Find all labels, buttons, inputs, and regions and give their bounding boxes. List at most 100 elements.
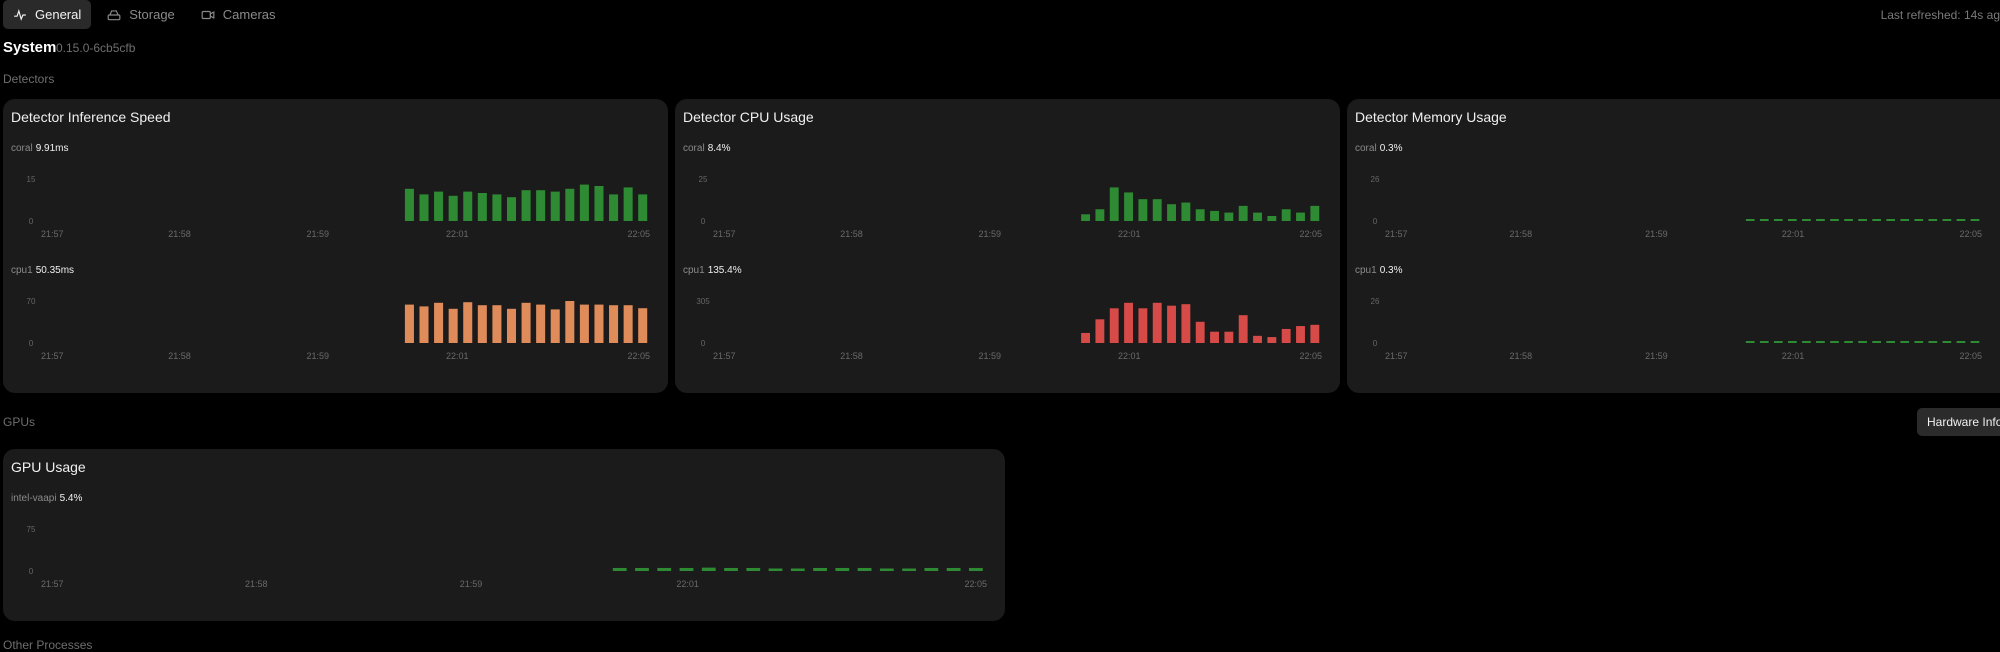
- x-tick-label: 22:05: [1959, 351, 1982, 361]
- bar: [1296, 212, 1305, 221]
- metric-value: 9.91ms: [35, 143, 69, 154]
- bar: [635, 567, 649, 571]
- chart-memory-cpu1: 0 26 21:57 21:58 21:59 22:01 22:05: [1371, 297, 1982, 361]
- bar: [492, 194, 502, 221]
- bar: [679, 567, 694, 571]
- bar: [1928, 341, 1938, 343]
- card-detector-inference-speed: Detector Inference Speed coral 9.91ms 0 15…: [3, 99, 668, 393]
- y-tick-label: 0: [29, 567, 34, 576]
- bar: [1152, 199, 1162, 221]
- card-gpu-usage: GPU Usage intel-vaapi 5.4% 0 75 21:57 21:58 2…: [3, 449, 1005, 621]
- x-tick-label: 21:59: [307, 351, 330, 361]
- tab-general-label: General: [35, 7, 82, 22]
- bar: [1310, 324, 1320, 343]
- card-title: GPU Usage: [11, 459, 86, 475]
- bar: [404, 188, 414, 221]
- metric-label-coral: coral 8.4%: [683, 143, 730, 154]
- bar: [419, 194, 429, 221]
- x-tick-label: 22:05: [627, 351, 650, 361]
- tab-cameras[interactable]: Cameras: [191, 0, 286, 29]
- bar: [550, 309, 560, 343]
- bar: [594, 304, 604, 343]
- x-tick-label: 21:58: [1510, 229, 1533, 239]
- card-title: Detector Memory Usage: [1355, 109, 1507, 125]
- bar: [857, 567, 872, 571]
- bar: [609, 305, 619, 343]
- y-tick-label: 0: [701, 339, 706, 348]
- page-title: System: [3, 39, 57, 56]
- bar: [1759, 341, 1769, 343]
- bar: [550, 191, 560, 221]
- bar: [536, 304, 546, 343]
- metric-name: coral: [1355, 143, 1377, 154]
- chart-gpu-intel-vaapi: 0 75 21:57 21:58 21:59 22:01 22:05: [27, 525, 987, 589]
- chart-cpu-coral: 0 25 21:57 21:58 21:59 22:01 22:05: [699, 175, 1322, 239]
- bar: [813, 567, 827, 571]
- y-tick-label: 0: [1373, 217, 1378, 226]
- bar: [1109, 187, 1119, 221]
- bar: [521, 302, 531, 343]
- bar: [1195, 321, 1205, 343]
- bar: [1238, 315, 1248, 343]
- bar: [1830, 341, 1839, 343]
- y-tick-label: 0: [29, 217, 34, 226]
- bar: [609, 194, 619, 221]
- bar: [1970, 219, 1980, 221]
- x-tick-label: 22:05: [964, 579, 987, 589]
- hardware-info-button[interactable]: Hardware Info: [1917, 408, 2000, 436]
- x-tick-label: 21:59: [460, 579, 483, 589]
- metric-name: cpu1: [683, 265, 705, 276]
- bar: [1745, 341, 1755, 343]
- bar: [1238, 205, 1248, 221]
- x-tick-label: 21:57: [1385, 351, 1408, 361]
- hard-drive-icon: [107, 9, 121, 20]
- bar: [463, 302, 473, 343]
- x-tick-label: 21:57: [41, 351, 64, 361]
- chart-memory-coral: 0 26 21:57 21:58 21:59 22:01 22:05: [1371, 175, 1982, 239]
- bar: [924, 567, 939, 571]
- bar: [1844, 219, 1853, 221]
- bar: [1942, 341, 1952, 343]
- bar: [1956, 219, 1966, 221]
- bar: [1773, 341, 1783, 343]
- x-tick-label: 22:01: [1782, 351, 1805, 361]
- bar: [790, 568, 805, 571]
- bar: [1267, 215, 1277, 221]
- bar: [565, 301, 575, 343]
- bar: [1788, 341, 1797, 343]
- bar: [1844, 341, 1853, 343]
- bar: [1872, 341, 1882, 343]
- metric-label-coral: coral 9.91ms: [11, 143, 68, 154]
- tab-general[interactable]: General: [3, 0, 92, 29]
- bar: [1210, 210, 1219, 221]
- bar: [1816, 219, 1825, 221]
- chart-cpu-cpu1: 0 305 21:57 21:58 21:59 22:01 22:05: [696, 297, 1322, 361]
- bar: [565, 188, 575, 221]
- bar: [623, 187, 633, 221]
- x-tick-label: 21:59: [1645, 229, 1668, 239]
- bar: [1830, 219, 1839, 221]
- bar: [1886, 341, 1896, 343]
- x-tick-label: 21:57: [41, 229, 64, 239]
- bar: [506, 197, 517, 221]
- system-version: 0.15.0-6cb5cfb: [56, 41, 136, 55]
- bar: [1914, 341, 1924, 343]
- bar: [1267, 337, 1277, 343]
- chart-inference-cpu1: 0 70 21:57 21:58 21:59 22:01 22:05: [27, 297, 650, 361]
- metric-value: 0.3%: [1379, 265, 1403, 276]
- x-tick-label: 22:05: [1299, 229, 1322, 239]
- section-gpus: GPUs: [3, 415, 36, 429]
- y-tick-label: 0: [1373, 339, 1378, 348]
- metric-name: coral: [683, 143, 705, 154]
- x-tick-label: 21:57: [713, 229, 736, 239]
- bar: [463, 191, 473, 221]
- x-tick-label: 21:58: [168, 229, 191, 239]
- bar: [419, 306, 429, 343]
- x-tick-label: 21:57: [1385, 229, 1408, 239]
- card-title: Detector Inference Speed: [11, 109, 171, 125]
- tab-storage[interactable]: Storage: [97, 0, 185, 29]
- metric-name: intel-vaapi: [11, 493, 57, 504]
- bar: [506, 308, 517, 343]
- bar: [835, 567, 850, 571]
- bar: [1956, 341, 1966, 343]
